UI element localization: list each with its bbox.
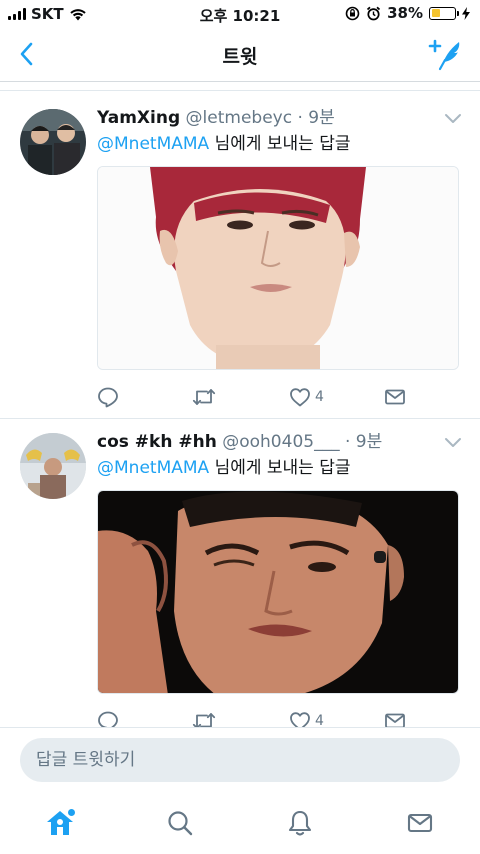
direct-message-button[interactable] xyxy=(384,385,406,409)
messages-icon xyxy=(407,813,433,833)
battery-level-fill xyxy=(431,9,440,17)
avatar[interactable] xyxy=(20,109,86,175)
reply-composer xyxy=(0,727,480,791)
new-content-dot xyxy=(68,809,75,816)
heart-icon xyxy=(290,388,310,407)
tab-notifications[interactable] xyxy=(282,805,318,841)
like-button[interactable]: 4 xyxy=(289,385,324,409)
tweet-photo[interactable] xyxy=(97,166,459,370)
reply-context: @MnetMAMA 님에게 보내는 답글 xyxy=(97,457,351,479)
orientation-lock-icon xyxy=(345,6,360,20)
avatar[interactable] xyxy=(20,433,86,499)
tweet-actions: 4 xyxy=(97,385,417,409)
charging-bolt-icon xyxy=(462,6,470,20)
compose-tweet-icon[interactable] xyxy=(428,36,464,72)
chevron-down-icon[interactable] xyxy=(444,437,462,449)
notifications-icon xyxy=(288,810,312,836)
status-bar: SKT 오후 10:21 38% xyxy=(0,0,480,28)
tab-home[interactable] xyxy=(42,805,78,841)
reply-context: @MnetMAMA 님에게 보내는 답글 xyxy=(97,133,351,155)
chevron-down-icon[interactable] xyxy=(444,113,462,125)
tweet[interactable]: YamXing @letmebeyc · 9분 @MnetMAMA 님에게 보내… xyxy=(0,91,480,419)
reply-context-suffix: 님에게 보내는 답글 xyxy=(209,134,351,154)
search-icon xyxy=(168,811,193,836)
like-count: 4 xyxy=(315,389,324,405)
status-right: 38% xyxy=(345,4,470,22)
mention-link[interactable]: @MnetMAMA xyxy=(97,134,209,154)
tweet-time: 9분 xyxy=(308,108,335,128)
tab-search[interactable] xyxy=(162,805,198,841)
user-handle[interactable]: @ooh0405___ xyxy=(222,432,339,452)
battery-percent: 38% xyxy=(387,4,423,22)
mention-link[interactable]: @MnetMAMA xyxy=(97,458,209,478)
retweet-button[interactable] xyxy=(192,385,216,409)
reply-icon xyxy=(98,387,118,408)
alarm-icon xyxy=(366,6,381,20)
battery-icon xyxy=(429,6,459,20)
separator-dot: · xyxy=(344,432,351,452)
retweet-icon xyxy=(192,389,216,405)
page-title: 트윗 xyxy=(222,46,258,68)
display-name[interactable]: YamXing xyxy=(97,108,180,128)
tweet-header: cos #kh #hh @ooh0405___ · 9분 xyxy=(97,431,460,453)
tweet-photo[interactable] xyxy=(97,490,459,694)
tab-messages[interactable] xyxy=(402,805,438,841)
tab-bar xyxy=(0,791,480,854)
tweet-header: YamXing @letmebeyc · 9분 xyxy=(97,107,460,129)
reply-input[interactable] xyxy=(20,738,460,782)
nav-bar: 트윗 xyxy=(0,28,480,82)
envelope-icon xyxy=(385,389,405,405)
separator-dot: · xyxy=(297,108,303,128)
reply-context-suffix: 님에게 보내는 답글 xyxy=(209,458,351,478)
user-handle[interactable]: @letmebeyc xyxy=(186,108,293,128)
reply-button[interactable] xyxy=(97,385,119,409)
display-name[interactable]: cos #kh #hh xyxy=(97,432,217,452)
tweet[interactable]: cos #kh #hh @ooh0405___ · 9분 @MnetMAMA 님… xyxy=(0,419,480,732)
tweet-time: 9분 xyxy=(355,432,383,452)
